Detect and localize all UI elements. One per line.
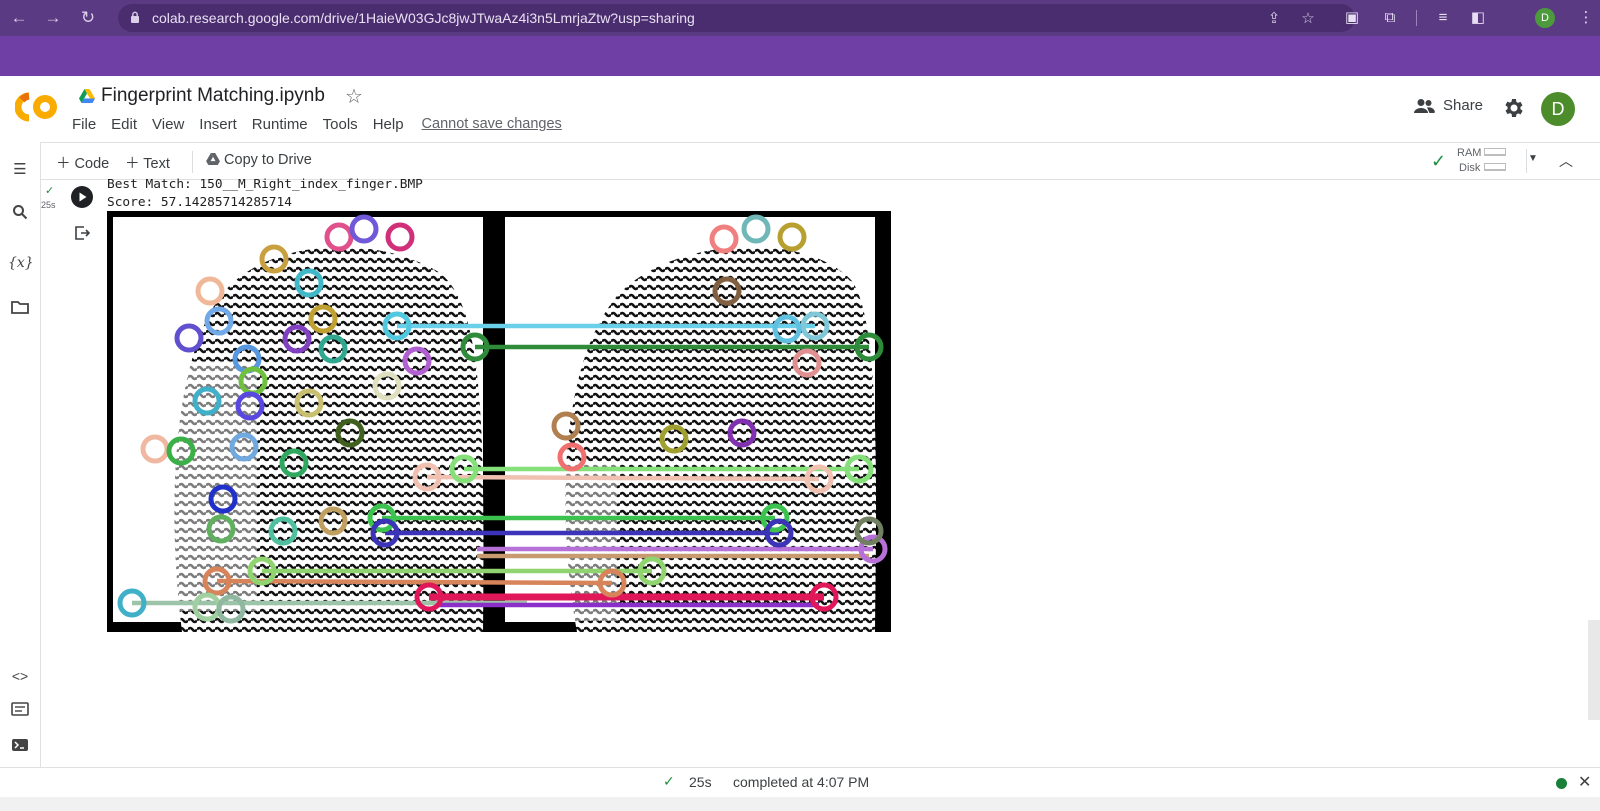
colab-logo-icon[interactable]: [15, 92, 59, 122]
play-icon: [79, 192, 87, 202]
connected-check-icon: ✓: [1431, 151, 1447, 171]
side-panel-icon[interactable]: ◧: [1468, 8, 1488, 28]
dropdown-arrow-icon[interactable]: ▼: [1528, 153, 1538, 164]
save-status-link[interactable]: Cannot save changes: [422, 116, 562, 133]
terminal-icon[interactable]: [8, 736, 32, 760]
lock-icon: [131, 11, 139, 23]
status-bar: ✓ 25s completed at 4:07 PM ✕: [0, 767, 1600, 797]
reload-icon[interactable]: ↻: [76, 6, 100, 30]
share-page-icon[interactable]: ⇪: [1265, 9, 1283, 27]
ram-label: RAM: [1457, 147, 1482, 159]
execution-time: 25s: [41, 200, 56, 210]
settings-gear-icon[interactable]: [1501, 96, 1525, 120]
ram-usage-bar: [1484, 148, 1506, 156]
people-icon: [1414, 98, 1435, 113]
copy-to-drive-label: Copy to Drive: [224, 152, 312, 168]
browser-menu-icon[interactable]: ⋮: [1576, 8, 1596, 28]
status-exec-time: 25s: [689, 774, 712, 790]
menu-file[interactable]: File: [72, 116, 96, 133]
browser-toolbar: ← → ↻ colab.research.google.com/drive/1H…: [0, 0, 1600, 36]
disk-usage-bar: [1484, 163, 1506, 171]
address-bar[interactable]: colab.research.google.com/drive/1HaieW03…: [118, 4, 1355, 32]
menu-edit[interactable]: Edit: [111, 116, 137, 133]
menu-insert[interactable]: Insert: [199, 116, 237, 133]
add-text-button[interactable]: ＋ Text: [125, 152, 170, 173]
bookmark-star-icon[interactable]: ☆: [1299, 9, 1317, 27]
output-line: Score: 57.14285714285714: [107, 195, 292, 210]
toolbar-divider-right: [1526, 149, 1527, 173]
output-actions-icon[interactable]: [73, 224, 91, 242]
menu-tools[interactable]: Tools: [323, 116, 358, 133]
extension-icon[interactable]: ▣: [1342, 8, 1362, 28]
media-controls-icon[interactable]: ≡: [1433, 8, 1453, 28]
fingerprint-match-image: [107, 211, 891, 632]
scrollbar-thumb[interactable]: [1588, 620, 1600, 720]
puzzle-extensions-icon[interactable]: ⧉: [1380, 8, 1400, 28]
google-drive-icon[interactable]: [79, 89, 95, 103]
plus-icon: ＋: [125, 156, 140, 172]
drive-icon: [206, 153, 220, 165]
search-icon[interactable]: [8, 204, 32, 228]
disk-label: Disk: [1459, 162, 1481, 174]
menu-view[interactable]: View: [152, 116, 184, 133]
forward-icon[interactable]: →: [41, 6, 65, 30]
cell-output: Best Match: 150__M_Right_index_finger.BM…: [107, 176, 423, 212]
user-avatar[interactable]: D: [1541, 92, 1575, 126]
star-icon[interactable]: ☆: [345, 84, 363, 109]
close-icon[interactable]: ✕: [1578, 772, 1591, 792]
share-button[interactable]: Share: [1413, 97, 1483, 114]
cell-gutter: ✓ 25s: [41, 180, 101, 260]
toolbar-divider: [1416, 10, 1417, 26]
run-cell-button[interactable]: [71, 186, 93, 208]
collapse-header-icon[interactable]: ︿: [1559, 151, 1573, 171]
status-check-icon: ✓: [663, 773, 675, 789]
notebook-toolbar: ＋ Code ＋ Text Copy to Drive ✓ RAM Disk ▼…: [41, 142, 1600, 180]
execution-check-icon: ✓: [45, 185, 55, 197]
runtime-status-dot: [1556, 778, 1567, 789]
back-icon[interactable]: ←: [7, 6, 31, 30]
table-of-contents-icon[interactable]: ☰: [8, 158, 32, 182]
status-completed-text: completed at 4:07 PM: [733, 774, 870, 790]
menu-help[interactable]: Help: [373, 116, 404, 133]
menu-bar: File Edit View Insert Runtime Tools Help…: [72, 116, 562, 133]
variables-icon[interactable]: {x}: [8, 251, 34, 275]
output-line: Best Match: 150__M_Right_index_finger.BM…: [107, 177, 423, 192]
code-snippets-icon[interactable]: <>: [8, 664, 32, 688]
url-text[interactable]: colab.research.google.com/drive/1HaieW03…: [152, 10, 695, 26]
browser-header-band: [0, 36, 1600, 76]
add-text-label: Text: [143, 156, 170, 172]
resources-indicator[interactable]: ✓ RAM Disk ▼: [1431, 146, 1571, 178]
copy-to-drive-button[interactable]: Copy to Drive: [206, 152, 312, 168]
add-code-label: Code: [74, 156, 110, 172]
left-sidebar: ☰ {x} <>: [0, 142, 41, 788]
browser-profile-avatar[interactable]: D: [1535, 8, 1555, 28]
add-code-button[interactable]: ＋ Code: [56, 152, 109, 173]
toolbar-divider: [192, 151, 193, 173]
colab-header: Fingerprint Matching.ipynb ☆ File Edit V…: [0, 76, 1600, 142]
window-bottom-edge: [0, 797, 1600, 811]
share-label: Share: [1443, 97, 1484, 114]
files-folder-icon[interactable]: [8, 298, 32, 322]
menu-runtime[interactable]: Runtime: [252, 116, 308, 133]
command-palette-icon[interactable]: [8, 700, 32, 724]
notebook-title[interactable]: Fingerprint Matching.ipynb: [101, 85, 325, 107]
plus-icon: ＋: [56, 156, 71, 172]
